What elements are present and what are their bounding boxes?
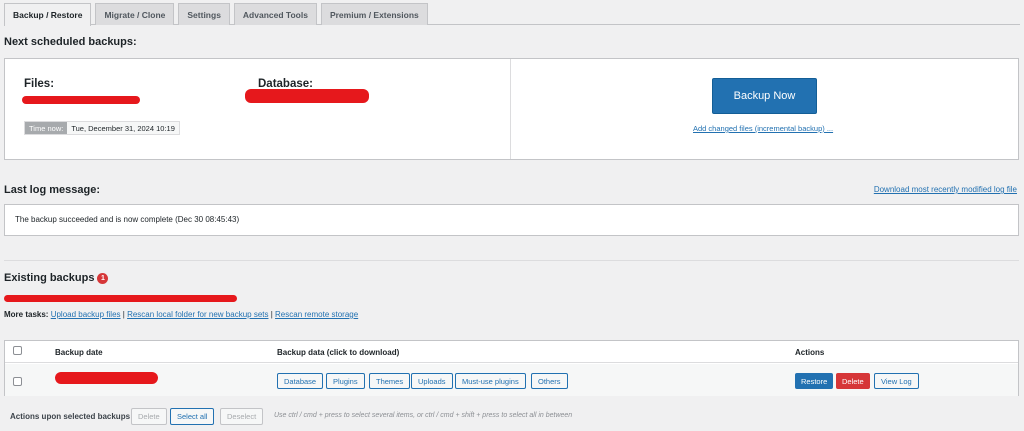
tab-migrate-clone[interactable]: Migrate / Clone	[95, 3, 175, 25]
backup-now-button[interactable]: Backup Now	[712, 78, 817, 114]
backups-table: Backup date Backup data (click to downlo…	[4, 340, 1019, 396]
files-redaction	[22, 96, 140, 104]
log-heading: Last log message:	[4, 184, 100, 196]
col-backup-data: Backup data (click to download)	[277, 348, 400, 357]
backup-count-badge: 1	[97, 273, 109, 284]
table-header: Backup date Backup data (click to downlo…	[5, 341, 1018, 363]
existing-backups-heading: Existing backups 1	[4, 272, 109, 284]
database-redaction	[245, 89, 369, 103]
existing-backups-title: Existing backups	[4, 272, 95, 284]
restore-button[interactable]: Restore	[795, 373, 834, 389]
time-now: Time now: Tue, December 31, 2024 10:19	[24, 121, 180, 135]
download-plugins-button[interactable]: Plugins	[326, 373, 365, 389]
time-now-label: Time now:	[25, 122, 68, 134]
bulk-actions-label: Actions upon selected backups	[10, 412, 131, 421]
files-label: Files:	[24, 78, 55, 90]
nav-tabs: Backup / Restore Migrate / Clone Setting…	[4, 3, 1020, 26]
scheduled-box: Files: Database: Time now: Tue, December…	[4, 58, 1019, 160]
scheduled-info: Files: Database: Time now: Tue, December…	[5, 59, 511, 159]
separator: |	[270, 310, 273, 319]
deselect-button[interactable]: Deselect	[220, 408, 264, 425]
rescan-remote-link[interactable]: Rescan remote storage	[275, 310, 358, 319]
tab-backup-restore[interactable]: Backup / Restore	[4, 3, 92, 26]
scheduled-heading: Next scheduled backups:	[4, 36, 137, 48]
download-database-button[interactable]: Database	[277, 373, 324, 389]
tab-premium-extensions[interactable]: Premium / Extensions	[320, 3, 428, 25]
select-all-checkbox[interactable]	[13, 346, 22, 355]
row-checkbox[interactable]	[13, 377, 22, 386]
log-message: The backup succeeded and is now complete…	[15, 215, 240, 224]
download-themes-button[interactable]: Themes	[369, 373, 411, 389]
more-tasks-label: More tasks:	[4, 310, 49, 319]
storage-redaction	[4, 295, 237, 302]
bulk-delete-button[interactable]: Delete	[131, 408, 167, 425]
col-backup-date: Backup date	[55, 348, 103, 357]
download-mu-plugins-button[interactable]: Must-use plugins	[455, 373, 526, 389]
selection-hint: Use ctrl / cmd + press to select several…	[274, 412, 573, 419]
view-log-button[interactable]: View Log	[874, 373, 919, 389]
download-others-button[interactable]: Others	[531, 373, 568, 389]
bulk-actions: Actions upon selected backups Delete Sel…	[4, 408, 1019, 426]
download-log-link[interactable]: Download most recently modified log file	[874, 185, 1017, 194]
select-all-button[interactable]: Select all	[170, 408, 215, 425]
table-row[interactable]: Database Plugins Themes Uploads Must-use…	[5, 364, 1018, 396]
tab-advanced-tools[interactable]: Advanced Tools	[233, 3, 317, 25]
download-uploads-button[interactable]: Uploads	[411, 373, 453, 389]
log-message-box: The backup succeeded and is now complete…	[4, 204, 1019, 236]
tab-settings[interactable]: Settings	[178, 3, 230, 25]
separator: |	[122, 310, 125, 319]
col-actions: Actions	[795, 348, 825, 357]
section-divider	[4, 260, 1019, 261]
more-tasks: More tasks: Upload backup files | Rescan…	[4, 310, 358, 319]
backup-date-redaction	[55, 372, 158, 384]
upload-backup-files-link[interactable]: Upload backup files	[51, 310, 121, 319]
time-now-value: Tue, December 31, 2024 10:19	[67, 122, 179, 134]
delete-button[interactable]: Delete	[836, 373, 870, 389]
rescan-local-link[interactable]: Rescan local folder for new backup sets	[127, 310, 268, 319]
incremental-backup-link[interactable]: Add changed files (incremental backup) .…	[693, 124, 833, 133]
